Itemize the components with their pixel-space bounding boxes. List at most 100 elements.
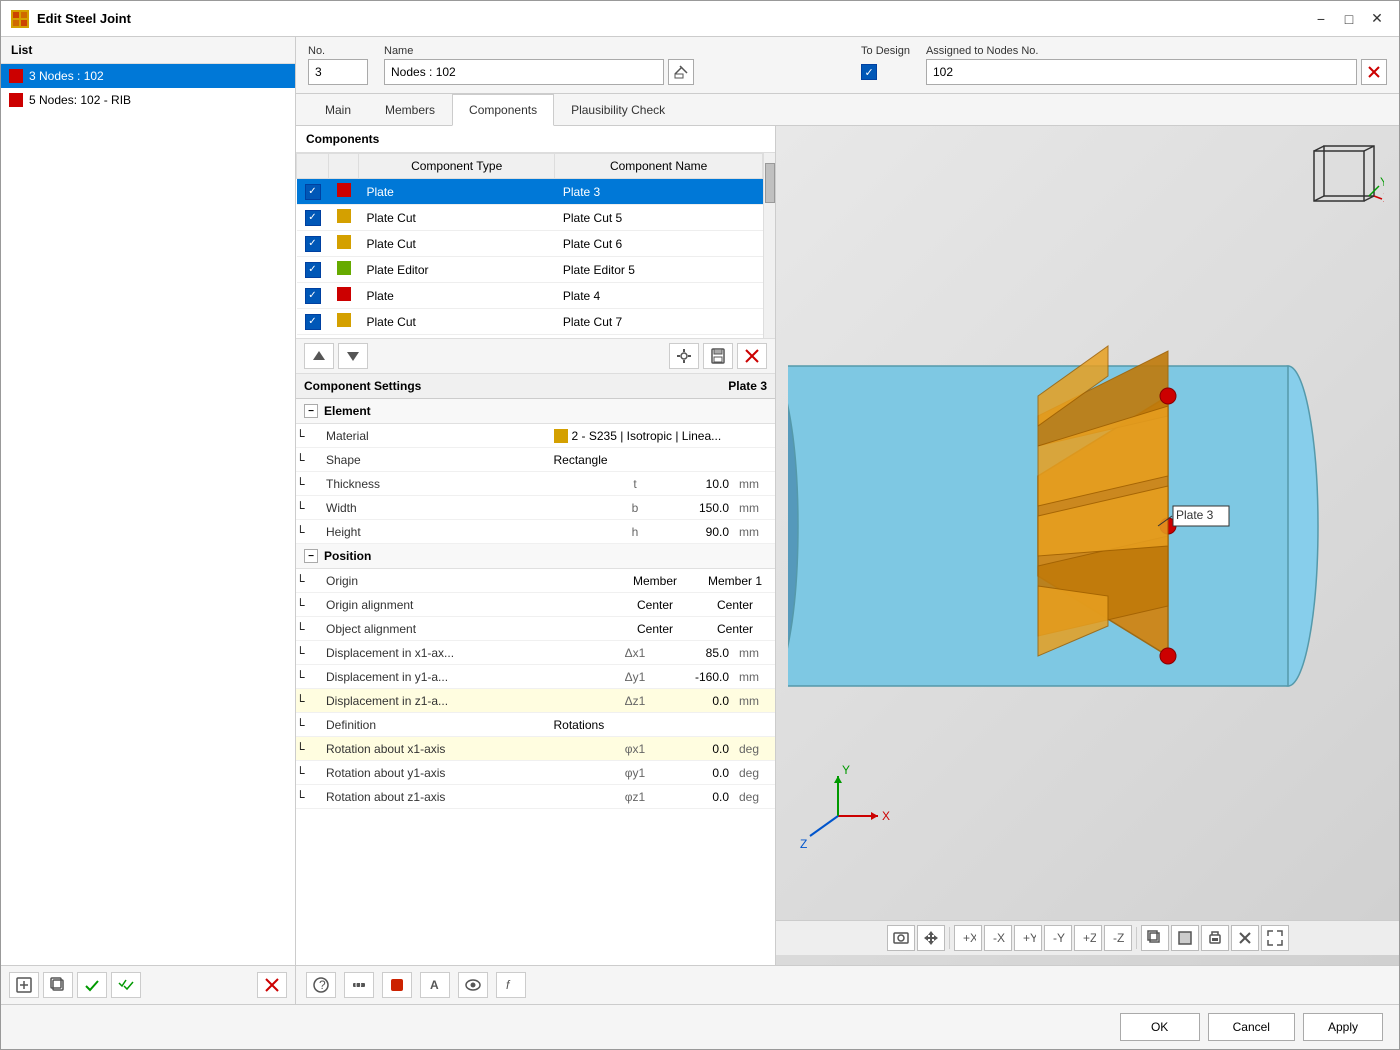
col-check — [297, 154, 329, 179]
move-down-button[interactable] — [338, 343, 368, 369]
rot-x1-value[interactable]: 0.0 — [655, 739, 735, 759]
label-height: Height — [320, 522, 615, 542]
col-name: Component Name — [555, 154, 763, 179]
component-row-5[interactable]: ✓ Plate Plate 4 — [297, 283, 763, 309]
components-table: Component Type Component Name ✓ Plate — [296, 153, 763, 338]
name-field-group: Name Nodes : 102 — [384, 45, 845, 85]
vp-print-button[interactable] — [1201, 925, 1229, 951]
close-button[interactable]: ✕ — [1365, 9, 1389, 29]
vp-view-xplus-button[interactable]: +X — [954, 925, 982, 951]
comp-cb-3[interactable]: ✓ — [297, 231, 329, 257]
list-header: List — [1, 37, 295, 64]
component-row-2[interactable]: ✓ Plate Cut Plate Cut 5 — [297, 205, 763, 231]
tab-components[interactable]: Components — [452, 94, 554, 126]
height-value[interactable]: 90.0 — [655, 522, 735, 542]
origin-align-col2: Center — [615, 595, 695, 615]
comp-cb-1[interactable]: ✓ — [297, 179, 329, 205]
color-button[interactable] — [382, 972, 412, 998]
bottom-toolbar: ? 0.00 A f — [296, 965, 1399, 1004]
name-input[interactable]: Nodes : 102 — [384, 59, 664, 85]
col-type: Component Type — [359, 154, 555, 179]
maximize-button[interactable]: □ — [1337, 9, 1361, 29]
text-button[interactable]: A — [420, 972, 450, 998]
to-design-checkbox[interactable]: ✓ — [861, 64, 877, 80]
svg-text:+Z: +Z — [1083, 931, 1096, 945]
disp-z1-value[interactable]: 0.0 — [655, 691, 735, 711]
top-fields: No. 3 Name Nodes : 102 — [296, 37, 1399, 94]
nav-cube[interactable]: Y X — [1304, 141, 1384, 221]
width-value[interactable]: 150.0 — [655, 498, 735, 518]
no-input[interactable]: 3 — [308, 59, 368, 85]
clear-assigned-button[interactable] — [1361, 59, 1387, 85]
list-item-2[interactable]: 5 Nodes: 102 - RIB — [1, 88, 295, 112]
assigned-section: Assigned to Nodes No. 102 — [926, 45, 1387, 85]
vp-view-xminus-button[interactable]: -X — [984, 925, 1012, 951]
element-collapse-button[interactable]: − — [304, 404, 318, 418]
cancel-button[interactable]: Cancel — [1208, 1013, 1295, 1041]
comp-save-button[interactable] — [703, 343, 733, 369]
material-value: 2 - S235 | Isotropic | Linea... — [548, 426, 776, 446]
svg-text:f: f — [506, 978, 511, 992]
comp-cb-6[interactable]: ✓ — [297, 309, 329, 335]
vp-solid-button[interactable] — [1171, 925, 1199, 951]
vp-close-button[interactable] — [1231, 925, 1259, 951]
comp-cb-4[interactable]: ✓ — [297, 257, 329, 283]
disp-x1-value[interactable]: 85.0 — [655, 643, 735, 663]
check-all-button[interactable] — [111, 972, 141, 998]
material-text: 2 - S235 | Isotropic | Linea... — [572, 429, 722, 443]
tab-plausibility[interactable]: Plausibility Check — [554, 94, 682, 125]
vp-view-yplus-button[interactable]: +Y — [1014, 925, 1042, 951]
disp-y1-value[interactable]: -160.0 — [655, 667, 735, 687]
svg-text:X: X — [882, 809, 890, 823]
move-up-button[interactable] — [304, 343, 334, 369]
vp-display-settings-button[interactable] — [887, 925, 915, 951]
row-indent-width: └ — [296, 501, 320, 515]
component-row-4[interactable]: ✓ Plate Editor Plate Editor 5 — [297, 257, 763, 283]
comp-toolbar — [296, 338, 775, 374]
tab-main[interactable]: Main — [308, 94, 368, 125]
function-button[interactable]: f — [496, 972, 526, 998]
rot-y1-value[interactable]: 0.0 — [655, 763, 735, 783]
vp-expand-button[interactable] — [1261, 925, 1289, 951]
comp-type-4: Plate Editor — [359, 257, 555, 283]
assigned-input[interactable]: 102 — [926, 59, 1357, 85]
component-row-1[interactable]: ✓ Plate Plate 3 — [297, 179, 763, 205]
comp-type-1: Plate — [359, 179, 555, 205]
settings-row-origin-align: └ Origin alignment Center Center — [296, 593, 775, 617]
visibility-button[interactable] — [458, 972, 488, 998]
value-button[interactable]: 0.00 — [344, 972, 374, 998]
delete-button[interactable] — [257, 972, 287, 998]
vp-view-zminus-button[interactable]: -Z — [1104, 925, 1132, 951]
row-indent-def: └ — [296, 718, 320, 732]
tab-members[interactable]: Members — [368, 94, 452, 125]
comp-delete-button[interactable] — [737, 343, 767, 369]
comp-cb-2[interactable]: ✓ — [297, 205, 329, 231]
new-item-button[interactable] — [9, 972, 39, 998]
apply-button[interactable]: Apply — [1303, 1013, 1383, 1041]
duplicate-button[interactable] — [43, 972, 73, 998]
thickness-value[interactable]: 10.0 — [655, 474, 735, 494]
component-row-6[interactable]: ✓ Plate Cut Plate Cut 7 — [297, 309, 763, 335]
rot-z1-value[interactable]: 0.0 — [655, 787, 735, 807]
vp-view-yminus-button[interactable]: -Y — [1044, 925, 1072, 951]
settings-row-rot-y1: └ Rotation about y1-axis φy1 0.0 deg — [296, 761, 775, 785]
rot-x1-sym: φx1 — [615, 739, 655, 759]
comp-cb-5[interactable]: ✓ — [297, 283, 329, 309]
minimize-button[interactable]: − — [1309, 9, 1333, 29]
ok-button[interactable]: OK — [1120, 1013, 1200, 1041]
help-button[interactable]: ? — [306, 972, 336, 998]
components-scrollbar[interactable] — [763, 153, 775, 338]
label-material: Material — [320, 426, 548, 446]
component-row-3[interactable]: ✓ Plate Cut Plate Cut 6 — [297, 231, 763, 257]
vp-view-zplus-button[interactable]: +Z — [1074, 925, 1102, 951]
check-button[interactable] — [77, 972, 107, 998]
comp-name-2: Plate Cut 5 — [555, 205, 763, 231]
position-collapse-button[interactable]: − — [304, 549, 318, 563]
vp-copy-button[interactable] — [1141, 925, 1169, 951]
vp-move-button[interactable] — [917, 925, 945, 951]
edit-name-button[interactable] — [668, 59, 694, 85]
components-scroll-thumb[interactable] — [765, 163, 775, 203]
origin-col2: Member — [615, 571, 695, 591]
list-item-1[interactable]: 3 Nodes : 102 — [1, 64, 295, 88]
comp-settings-button[interactable] — [669, 343, 699, 369]
